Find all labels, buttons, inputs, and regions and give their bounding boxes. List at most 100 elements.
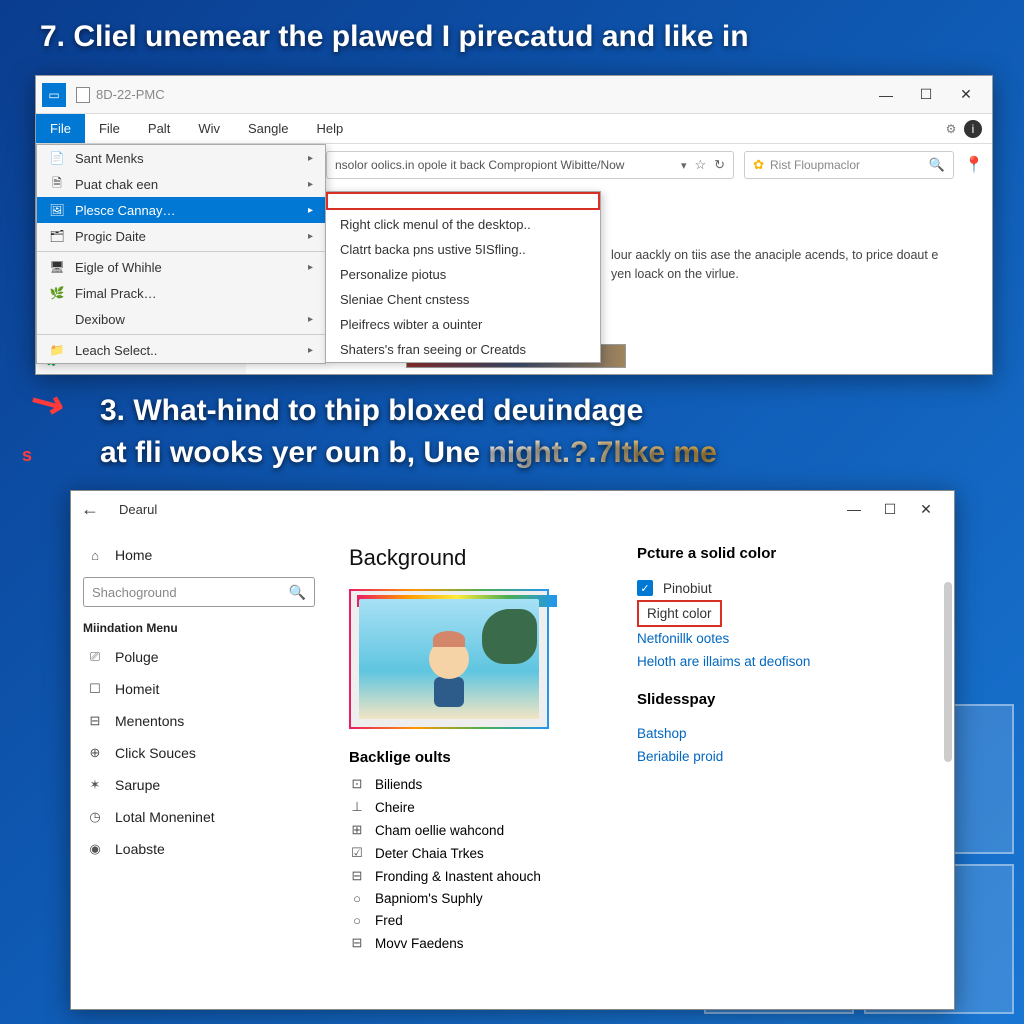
search-box[interactable]: ✿ Rist Floupmaclor 🔍 [744, 151, 954, 179]
step3-line1: 3. What-hind to thip bloxed deuindage [100, 394, 643, 427]
refresh-icon[interactable]: ↻ [714, 157, 725, 173]
file-tab[interactable]: File [36, 114, 85, 143]
back-button[interactable]: ← [81, 499, 99, 520]
item-icon: ⊟ [87, 713, 103, 729]
option-label: Deter Chaia Trkes [375, 846, 484, 861]
menu-item[interactable]: Wiv [184, 114, 234, 143]
option-icon: ⊥ [349, 799, 365, 815]
dropdown-item[interactable]: 📄Sant Menks▸ [37, 145, 325, 171]
menu-item[interactable]: File [85, 114, 134, 143]
submenu-item[interactable]: Pleifrecs wibter a ouinter [326, 312, 600, 337]
right-link[interactable]: ✓Pinobiut [637, 576, 907, 600]
option-item[interactable]: ⊟Movv Faedens [349, 935, 932, 951]
sidebar-home[interactable]: ⌂ Home [83, 539, 315, 571]
item-icon: 🖥 [49, 259, 65, 275]
address-bar[interactable]: nsolor oolics.in opole it back Compropio… [326, 151, 734, 179]
submenu-item[interactable]: Sleniae Chent cnstess [326, 287, 600, 312]
maximize-button[interactable]: ☐ [872, 494, 908, 524]
right-link[interactable]: Netfonillk ootes [637, 627, 907, 650]
sidebar-item[interactable]: ⊕Click Souces [83, 737, 315, 769]
star-icon[interactable]: ☆ [695, 157, 707, 173]
explorer-window: ▭ 8D-22-PMC — ☐ ✕ File File Palt Wiv San… [35, 75, 993, 375]
option-label: Fronding & Inastent ahouch [375, 869, 541, 884]
menu-item[interactable]: Help [302, 114, 357, 143]
dropdown-item[interactable]: 🖼Plesce Cannay…▸ [37, 197, 325, 223]
sidebar-item-label: Homeit [115, 681, 159, 697]
submenu-item[interactable]: Right click menul of the desktop.. [326, 212, 600, 237]
item-icon: 🖼 [49, 202, 65, 218]
option-item[interactable]: ⊟ Fronding & Inastent ahouch [349, 868, 932, 884]
option-item[interactable]: ○Fred [349, 913, 932, 928]
close-button[interactable]: ✕ [946, 80, 986, 110]
step3-line2b: night.?.7ltke me [488, 436, 716, 469]
chevron-right-icon: ▸ [308, 179, 313, 190]
account-icon[interactable]: i [964, 120, 982, 138]
item-icon: 🌿 [49, 285, 65, 301]
option-item[interactable]: ⊥Cheire [349, 799, 932, 815]
sidebar-item[interactable]: ✶Sarupe [83, 769, 315, 801]
file-dropdown: 📄Sant Menks▸🗎Puat chak een▸🖼Plesce Canna… [36, 144, 326, 364]
chevron-down-icon[interactable]: ▾ [681, 159, 687, 172]
link-label: Beriabile proid [637, 749, 723, 764]
sidebar-item[interactable]: ◉Loabste [83, 833, 315, 865]
app-icon: ▭ [42, 83, 66, 107]
pin-icon[interactable]: 📍 [964, 155, 984, 175]
sidebar-item-label: Menentons [115, 713, 184, 729]
dropdown-item[interactable]: 🖥Eigle of Whihle▸ [37, 254, 325, 280]
maximize-button[interactable]: ☐ [906, 80, 946, 110]
gear-icon[interactable]: ⚙ [942, 120, 960, 138]
check-icon: ✓ [637, 580, 653, 596]
sidebar-item[interactable]: ⊟ Menentons [83, 705, 315, 737]
sidebar-item-label: Home [115, 547, 152, 563]
submenu-item[interactable]: Personalize piotus [326, 262, 600, 287]
dropdown-item[interactable]: 📁Leach Select..▸ [37, 337, 325, 363]
content-paragraph: lour aackly on tiis ase the anaciple ace… [611, 246, 942, 284]
submenu-item[interactable]: Clatrt backa pns ustive 5ISfling.. [326, 237, 600, 262]
minimize-button[interactable]: — [836, 494, 872, 524]
right-link[interactable]: Batshop [637, 722, 907, 745]
file-submenu: Right click menul of the desktop..Clatrt… [325, 191, 601, 363]
sidebar-search[interactable]: Shachoground 🔍 [83, 577, 315, 607]
dropdown-item[interactable]: 🌿Fimal Prack… [37, 280, 325, 306]
dropdown-item[interactable]: 🗎Puat chak een▸ [37, 171, 325, 197]
option-label: Bapniom's Suphly [375, 891, 483, 906]
sidebar-item-label: Sarupe [115, 777, 160, 793]
sidebar-item[interactable]: ⎚Poluge [83, 641, 315, 673]
preview-hill [482, 609, 537, 664]
chevron-right-icon: ▸ [308, 314, 313, 325]
right-link[interactable]: Heloth are illaims at deofison [637, 650, 907, 673]
option-icon: ⊟ [349, 868, 365, 884]
option-icon: ⊡ [349, 776, 365, 792]
dropdown-item[interactable]: Dexibow▸ [37, 306, 325, 332]
menu-item[interactable]: Sangle [234, 114, 302, 143]
chevron-right-icon: ▸ [308, 205, 313, 216]
minimize-button[interactable]: — [866, 80, 906, 110]
link-label: Right color [647, 606, 712, 621]
settings-main: Background Backlige oults ⊡Biliends⊥Chei… [327, 527, 954, 1009]
menubar: File File Palt Wiv Sangle Help ⚙ i [36, 114, 992, 144]
option-icon: ⊟ [349, 935, 365, 951]
titlebar: ▭ 8D-22-PMC — ☐ ✕ [36, 76, 992, 114]
highlighted-option[interactable]: Right color [637, 600, 722, 627]
option-item[interactable]: ⊞Cham oellie wahcond [349, 822, 932, 838]
sidebar-item[interactable]: ☐Homeit [83, 673, 315, 705]
scrollbar[interactable] [944, 582, 952, 762]
close-button[interactable]: ✕ [908, 494, 944, 524]
option-label: Biliends [375, 777, 422, 792]
step7-caption: 7. Cliel unemear the plawed I pirecatud … [40, 20, 984, 54]
option-icon: ⊞ [349, 822, 365, 838]
right-link[interactable]: Beriabile proid [637, 745, 907, 768]
sidebar-item[interactable]: ◷Lotal Moneninet [83, 801, 315, 833]
submenu-item[interactable]: Shaters's fran seeing or Creatds [326, 337, 600, 362]
right-heading: Pcture a solid color [637, 545, 907, 562]
option-item[interactable]: ☑Deter Chaia Trkes [349, 845, 932, 861]
annotation-arrow-label: s [22, 445, 32, 466]
search-icon[interactable]: 🔍 [289, 584, 306, 601]
settings-window: ← Dearul — ☐ ✕ ⌂ Home Shachoground 🔍 Mii… [70, 490, 955, 1010]
option-item[interactable]: ○Bapniom's Suphly [349, 891, 932, 906]
search-icon[interactable]: 🔍 [929, 157, 945, 173]
item-label: Eigle of Whihle [75, 260, 162, 275]
item-icon: 🗎 [49, 176, 65, 192]
menu-item[interactable]: Palt [134, 114, 184, 143]
dropdown-item[interactable]: 🗂Progic Daite▸ [37, 223, 325, 249]
